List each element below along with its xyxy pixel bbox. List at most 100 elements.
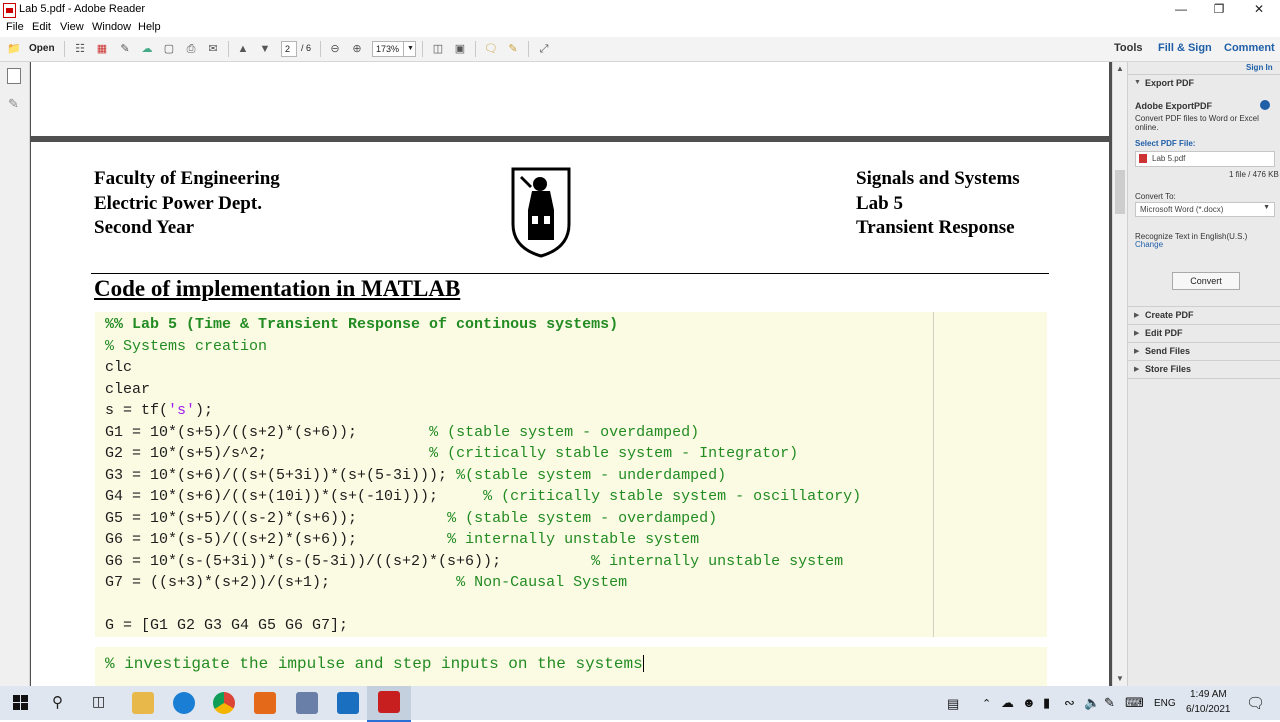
convert-to-value: Microsoft Word (*.docx) <box>1140 205 1224 214</box>
combine-files-icon[interactable]: ▦ <box>94 41 110 57</box>
convert-button[interactable]: Convert <box>1172 272 1240 290</box>
mail-icon[interactable] <box>337 692 359 714</box>
fit-page-icon[interactable]: ◫ <box>430 41 446 57</box>
open-button[interactable]: Open <box>29 43 55 54</box>
minimize-button[interactable]: — <box>1161 0 1201 19</box>
send-files-section[interactable]: ▶ Send Files <box>1128 342 1280 360</box>
scroll-up-icon[interactable]: ▲ <box>1116 64 1124 73</box>
cloud-icon[interactable]: ☁ <box>1001 695 1014 711</box>
store-files-label: Store Files <box>1145 364 1192 374</box>
windows-start-icon[interactable] <box>13 695 28 710</box>
clock-time[interactable]: 1:49 AM <box>1190 689 1227 700</box>
upload-cloud-icon[interactable]: ☁ <box>139 41 155 57</box>
clock-date[interactable]: 6/10/2021 <box>1186 704 1231 715</box>
zoom-in-icon[interactable]: ⊕ <box>349 41 365 57</box>
matlab-icon[interactable] <box>254 692 276 714</box>
tools-tab[interactable]: Tools <box>1114 42 1143 54</box>
store-files-section[interactable]: ▶ Store Files <box>1128 360 1280 379</box>
code-line: %% Lab 5 (Time & Transient Response of c… <box>105 316 618 333</box>
wifi-icon[interactable]: ∾ <box>1064 695 1075 711</box>
code-line: G7 = ((s+3)*(s+2))/(s+1); % Non-Causal S… <box>105 574 627 591</box>
code-comment: % (critically stable system - oscillator… <box>483 488 862 505</box>
email-icon[interactable]: ✉ <box>205 41 221 57</box>
convert-to-select[interactable]: Microsoft Word (*.docx) ▼ <box>1135 202 1275 217</box>
keyboard-icon[interactable]: ⌨ <box>1125 695 1144 711</box>
toolbar-divider <box>475 41 476 57</box>
export-pdf-header[interactable]: ▼ Export PDF <box>1128 74 1280 92</box>
scrollbar-thumb[interactable] <box>1115 170 1125 214</box>
pdf-page-2: Faculty of Engineering Electric Power De… <box>31 142 1109 686</box>
vertical-scrollbar[interactable]: ▲ ▼ <box>1112 62 1128 686</box>
menu-edit[interactable]: Edit <box>32 21 51 33</box>
expand-icon[interactable]: ⤢ <box>536 41 552 57</box>
info-icon[interactable] <box>1260 100 1270 110</box>
language-indicator[interactable]: ENG <box>1154 698 1176 709</box>
code-line: G5 = 10*(s+5)/((s-2)*(s+6)); % (stable s… <box>105 510 717 527</box>
adobe-reader-taskbar-button[interactable] <box>367 686 411 722</box>
next-page-icon[interactable]: ▼ <box>257 41 273 57</box>
change-language-link[interactable]: Change <box>1135 240 1163 249</box>
fit-width-icon[interactable]: ▣ <box>452 41 468 57</box>
code-line: G4 = 10*(s+6)/((s+(10i))*(s+(-10i))); % … <box>105 488 861 505</box>
selected-file-box[interactable]: Lab 5.pdf <box>1135 151 1275 167</box>
code-comment: % (stable system - overdamped) <box>429 423 700 441</box>
menu-view[interactable]: View <box>60 21 84 33</box>
create-pdf-icon[interactable]: ☷ <box>72 41 88 57</box>
code-line: G1 = 10*(s+5)/((s+2)*(s+6)); % (stable s… <box>105 424 699 441</box>
comment-tab[interactable]: Comment <box>1224 42 1275 54</box>
zoom-level-input[interactable]: 173% <box>372 41 405 57</box>
code-line: G6 = 10*(s-(5+3i))*(s-(5-3i))/((s+2)*(s+… <box>105 553 843 570</box>
save-icon[interactable]: ▢ <box>161 41 177 57</box>
expanded-arrow-icon: ▼ <box>1134 79 1141 86</box>
maximize-button[interactable]: ❐ <box>1199 0 1239 19</box>
code-text: ); <box>195 402 214 419</box>
scroll-down-icon[interactable]: ▼ <box>1116 674 1124 683</box>
code-line: clear <box>105 381 150 398</box>
battery-icon[interactable]: ▮ <box>1043 695 1050 711</box>
zoom-out-icon[interactable]: ⊖ <box>327 41 343 57</box>
text-cursor <box>642 655 644 673</box>
store-icon[interactable] <box>296 692 318 714</box>
print-icon[interactable]: ⎙ <box>183 41 199 57</box>
document-view[interactable]: Faculty of Engineering Electric Power De… <box>30 62 1112 686</box>
edge-browser-icon[interactable] <box>173 692 195 714</box>
close-button[interactable]: ✕ <box>1239 0 1279 19</box>
sign-in-link[interactable]: Sign In <box>1246 63 1273 72</box>
signature-icon[interactable]: ✎ <box>8 96 19 112</box>
menu-file[interactable]: File <box>6 21 24 33</box>
highlight-icon[interactable]: ✎ <box>505 41 521 57</box>
navigation-pane: ✎ <box>0 62 30 686</box>
volume-icon[interactable]: 🔈 <box>1084 695 1100 711</box>
zoom-dropdown-icon[interactable]: ▼ <box>403 41 416 57</box>
matlab-code-block-2: % investigate the impulse and step input… <box>95 647 1047 686</box>
edit-pdf-section[interactable]: ▶ Edit PDF <box>1128 324 1280 342</box>
send-files-label: Send Files <box>1145 346 1191 356</box>
page-number-input[interactable]: 2 <box>281 41 297 57</box>
menu-help[interactable]: Help <box>138 21 161 33</box>
matlab-code-block: %% Lab 5 (Time & Transient Response of c… <box>95 312 1047 637</box>
pen-icon[interactable]: ✎ <box>1104 695 1115 711</box>
year-line: Second Year <box>94 217 195 238</box>
toolbar-divider <box>228 41 229 57</box>
previous-page-icon[interactable]: ▲ <box>235 41 251 57</box>
adobe-reader-icon <box>3 3 16 18</box>
menu-window[interactable]: Window <box>92 21 131 33</box>
notification-icon[interactable]: ▤ <box>947 696 959 712</box>
chrome-browser-icon[interactable] <box>213 692 235 714</box>
action-center-icon[interactable]: 🗨 <box>1246 694 1265 712</box>
page-thumbnails-icon[interactable] <box>7 68 21 84</box>
sticky-note-icon[interactable]: 🗨 <box>483 41 499 57</box>
code-line: G2 = 10*(s+5)/s^2; % (critically stable … <box>105 445 798 462</box>
chevron-down-icon: ▼ <box>1263 204 1270 211</box>
open-folder-icon[interactable]: 📁 <box>6 41 22 57</box>
task-view-icon[interactable]: ◫ <box>92 693 105 710</box>
code-comment: % (critically stable system - Integrator… <box>429 445 799 462</box>
search-icon[interactable]: ⚲ <box>52 693 63 711</box>
show-hidden-icons-icon[interactable]: ⌃ <box>982 697 991 710</box>
create-pdf-section[interactable]: ▶ Create PDF <box>1128 306 1280 324</box>
file-explorer-icon[interactable] <box>132 692 154 714</box>
people-icon[interactable]: ☻ <box>1022 695 1036 710</box>
header-right: Signals and Systems Lab 5 Transient Resp… <box>856 167 1020 241</box>
edit-icon[interactable]: ✎ <box>117 41 133 57</box>
fill-sign-tab[interactable]: Fill & Sign <box>1158 42 1212 54</box>
